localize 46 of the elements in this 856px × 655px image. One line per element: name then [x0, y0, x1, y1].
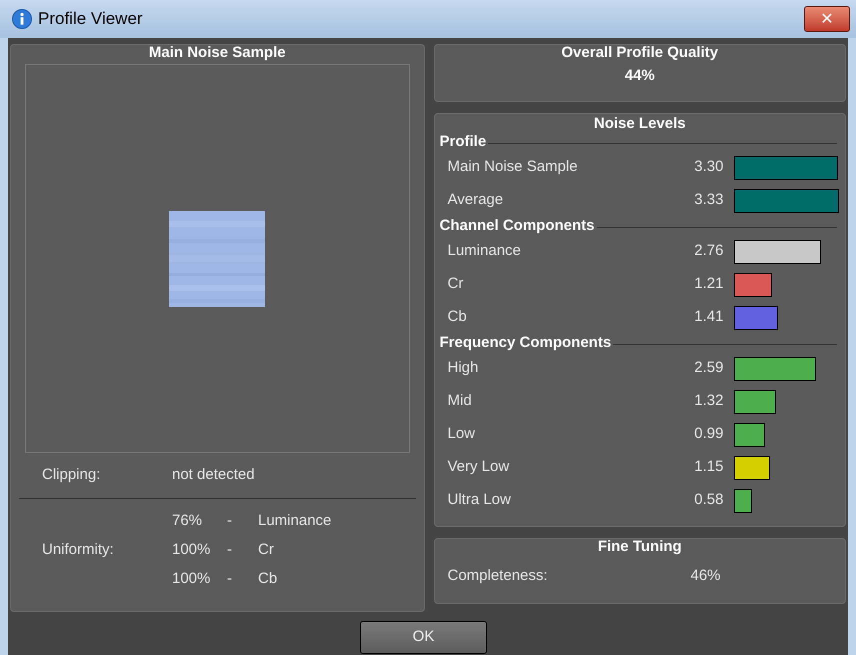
- panel-title: Noise Levels: [592, 115, 687, 133]
- noise-value: 3.33: [693, 190, 724, 210]
- field-value: 46%: [690, 566, 721, 586]
- noise-value: 0.99: [693, 424, 724, 444]
- noise-value: 0.58: [693, 490, 724, 510]
- quality-value: 44%: [624, 66, 656, 86]
- noise-label: Ultra Low: [448, 490, 512, 510]
- noise-label: Low: [448, 424, 476, 444]
- noise-value: 1.32: [693, 391, 724, 412]
- noise-label: Main Noise Sample: [448, 157, 579, 178]
- dash-separator: -: [227, 540, 233, 560]
- channel-name: Luminance: [258, 511, 332, 532]
- ok-button[interactable]: OK: [360, 621, 487, 654]
- group-heading: Profile: [440, 132, 486, 152]
- group-heading: Channel Components: [440, 216, 595, 236]
- channel-name: Cr: [258, 540, 274, 560]
- dash-separator: -: [227, 569, 233, 590]
- window-title: Profile Viewer: [38, 8, 143, 30]
- percent-value: 100%: [172, 540, 212, 560]
- percent-value: 76%: [172, 511, 204, 532]
- info-icon: [12, 9, 32, 29]
- noise-label: Cr: [448, 274, 464, 294]
- noise-value: 2.59: [693, 358, 724, 378]
- panel-title: Fine Tuning: [596, 538, 683, 556]
- field-label: Clipping:: [42, 465, 102, 486]
- channel-name: Cb: [258, 569, 278, 590]
- noise-label: Luminance: [448, 241, 522, 262]
- dash-separator: -: [227, 511, 233, 532]
- panel-title: Main Noise Sample: [148, 44, 287, 62]
- noise-label: Very Low: [448, 457, 510, 478]
- noise-value: 1.21: [693, 274, 724, 294]
- field-label: Completeness:: [448, 566, 549, 586]
- field-label: Uniformity:: [42, 540, 115, 560]
- noise-value: 1.15: [693, 457, 724, 478]
- close-button[interactable]: ✕: [804, 6, 850, 32]
- noise-label: Mid: [448, 391, 473, 412]
- noise-value: 1.41: [693, 307, 724, 328]
- noise-label: Average: [448, 190, 504, 210]
- panel-title: Overall Profile Quality: [560, 44, 720, 62]
- field-value: not detected: [172, 465, 255, 486]
- noise-value: 2.76: [693, 241, 724, 262]
- noise-label: Cb: [448, 307, 468, 328]
- group-heading: Frequency Components: [440, 332, 612, 353]
- noise-label: High: [448, 358, 480, 378]
- percent-value: 100%: [172, 569, 212, 590]
- noise-value: 3.30: [693, 157, 724, 178]
